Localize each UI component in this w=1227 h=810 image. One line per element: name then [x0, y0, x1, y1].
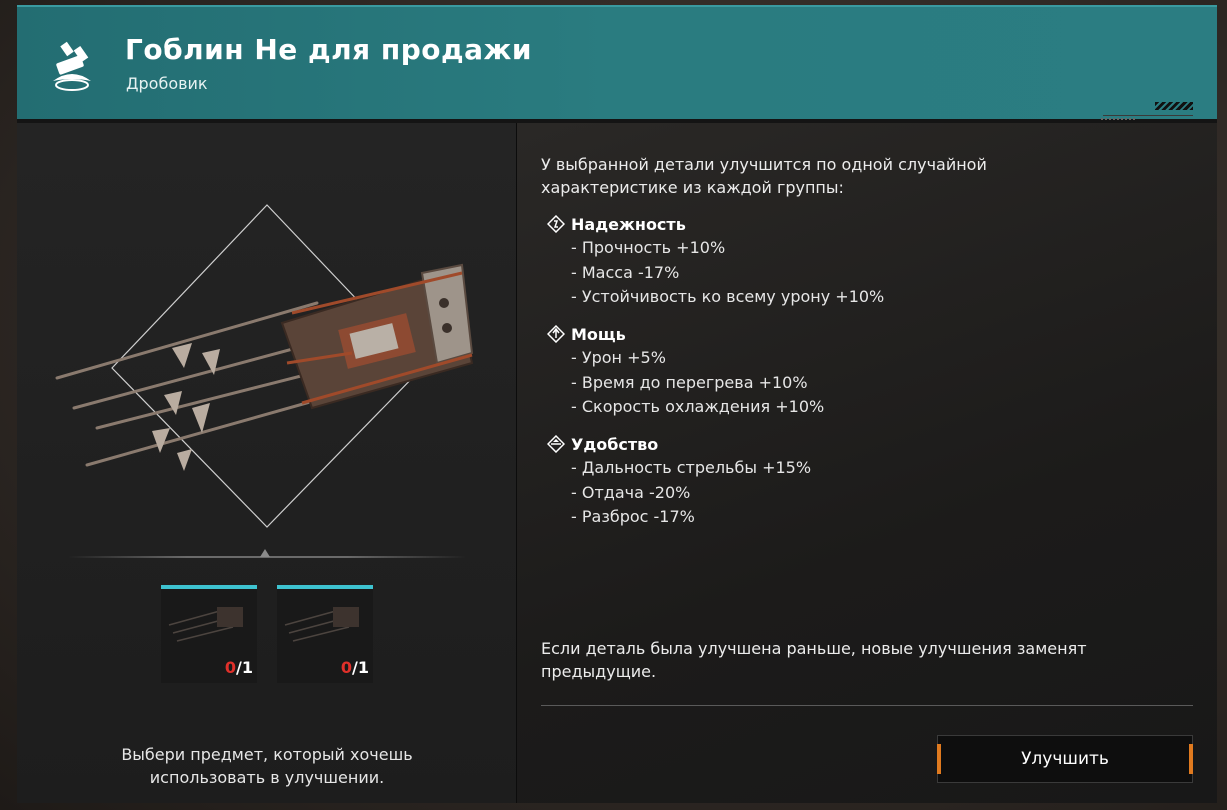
stat-group-reliability: Надежность - Прочность +10% - Масса -17%…: [547, 212, 1047, 310]
upgrade-window: Гоблин Не для продажи Дробовик 0/1 0/1 В…: [17, 5, 1217, 803]
slot-item-thumbnail: [284, 607, 359, 642]
stat-line: - Урон +5%: [571, 348, 666, 367]
item-preview-panel: 0/1 0/1 Выбери предмет, который хочешь и…: [17, 123, 517, 803]
stat-line: - Устойчивость ко всему урону +10%: [571, 287, 885, 306]
upgrade-button-label: Улучшить: [1021, 749, 1109, 769]
slot-count-total: /1: [352, 658, 369, 677]
button-accent-left: [937, 744, 941, 774]
stat-group-handling: Удобство - Дальность стрельбы +15% - Отд…: [547, 432, 1047, 530]
stat-group-title: Удобство: [571, 434, 659, 454]
slot-item-thumbnail: [168, 607, 243, 642]
base-notch-marker: [260, 549, 270, 557]
stat-line: - Разброс -17%: [571, 507, 695, 526]
separator-line: [541, 705, 1193, 706]
slot-count-total: /1: [236, 658, 253, 677]
item-preview-image: [55, 204, 474, 528]
replacement-note: Если деталь была улучшена раньше, новые …: [541, 639, 1087, 681]
stat-line: - Дальность стрельбы +15%: [571, 458, 812, 477]
stat-line: - Скорость охлаждения +10%: [571, 397, 825, 416]
slot-count-current: 0: [340, 658, 353, 677]
stat-line: - Прочность +10%: [571, 238, 726, 257]
shotgun-weapon-icon: [53, 41, 91, 91]
stat-line: - Отдача -20%: [571, 482, 691, 502]
item-type-subtitle: Дробовик: [126, 74, 208, 93]
button-accent-right: [1189, 744, 1193, 774]
stat-group-title: Мощь: [571, 324, 626, 344]
reliability-icon: [547, 215, 565, 233]
stat-group-title: Надежность: [571, 214, 686, 234]
upgrade-material-slot-1[interactable]: 0/1: [161, 585, 257, 683]
select-item-hint: Выбери предмет, который хочешь использов…: [121, 745, 413, 787]
handling-icon: [547, 435, 565, 453]
header-decoration: [1155, 102, 1193, 110]
stat-group-power: Мощь - Урон +5% - Время до перегрева +10…: [547, 322, 1047, 420]
slot-count: 0/1: [341, 658, 369, 677]
header-underline: [1103, 115, 1193, 116]
slot-count-current: 0: [224, 658, 237, 677]
upgrade-button[interactable]: Улучшить: [937, 735, 1193, 783]
stat-line: - Масса -17%: [571, 262, 680, 282]
power-icon: [547, 325, 565, 343]
upgrade-info-panel: У выбранной детали улучшится по одной сл…: [517, 123, 1217, 803]
shotgun-part-image: [55, 263, 474, 471]
header-bar: Гоблин Не для продажи Дробовик: [17, 5, 1217, 119]
upgrade-material-slot-2[interactable]: 0/1: [277, 585, 373, 683]
slot-count: 0/1: [225, 658, 253, 677]
upgrade-intro-text: У выбранной детали улучшится по одной сл…: [541, 155, 987, 197]
header-dots-decoration: [1101, 118, 1137, 120]
stat-line: - Время до перегрева +10%: [571, 372, 808, 392]
page-title: Гоблин Не для продажи: [125, 33, 532, 66]
